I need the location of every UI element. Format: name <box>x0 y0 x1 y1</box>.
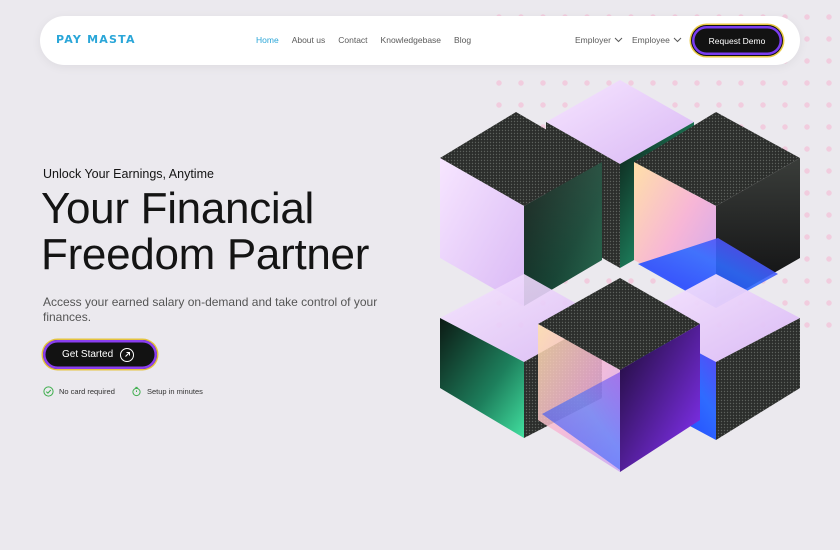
chevron-down-icon <box>614 37 623 43</box>
logo[interactable]: PAY MASTA <box>56 33 136 46</box>
arrow-up-right-icon <box>120 347 135 362</box>
stopwatch-icon <box>132 386 141 397</box>
employee-dropdown-label: Employee <box>632 35 670 45</box>
feature-no-card-label: No card required <box>59 387 115 396</box>
headline-line-2: Freedom Partner <box>41 230 370 279</box>
chevron-down-icon <box>673 37 682 43</box>
check-circle-icon <box>43 386 54 397</box>
hero-subtitle: Access your earned salary on-demand and … <box>43 295 378 324</box>
nav-link-about[interactable]: About us <box>292 35 326 45</box>
hero-3d-cubes-illustration <box>440 80 800 472</box>
nav-link-contact[interactable]: Contact <box>338 35 367 45</box>
get-started-label: Get Started <box>62 349 114 360</box>
nav-link-blog[interactable]: Blog <box>454 35 471 45</box>
get-started-button[interactable]: Get Started <box>43 340 157 369</box>
nav-links: Home About us Contact Knowledgebase Blog <box>256 35 471 45</box>
feature-no-card: No card required <box>43 386 115 397</box>
employer-dropdown-label: Employer <box>575 35 611 45</box>
headline-line-1: Your Financial <box>41 184 315 233</box>
nav-link-knowledgebase[interactable]: Knowledgebase <box>381 35 442 45</box>
feature-setup-label: Setup in minutes <box>147 387 203 396</box>
employer-dropdown[interactable]: Employer <box>575 35 623 45</box>
feature-setup: Setup in minutes <box>131 386 203 397</box>
hero-eyebrow: Unlock Your Earnings, Anytime <box>43 167 214 181</box>
hero-headline: Your Financial Freedom Partner <box>41 186 369 278</box>
nav-link-home[interactable]: Home <box>256 35 279 45</box>
request-demo-button[interactable]: Request Demo <box>691 25 783 56</box>
employee-dropdown[interactable]: Employee <box>632 35 682 45</box>
navbar: PAY MASTA Home About us Contact Knowledg… <box>40 16 800 65</box>
